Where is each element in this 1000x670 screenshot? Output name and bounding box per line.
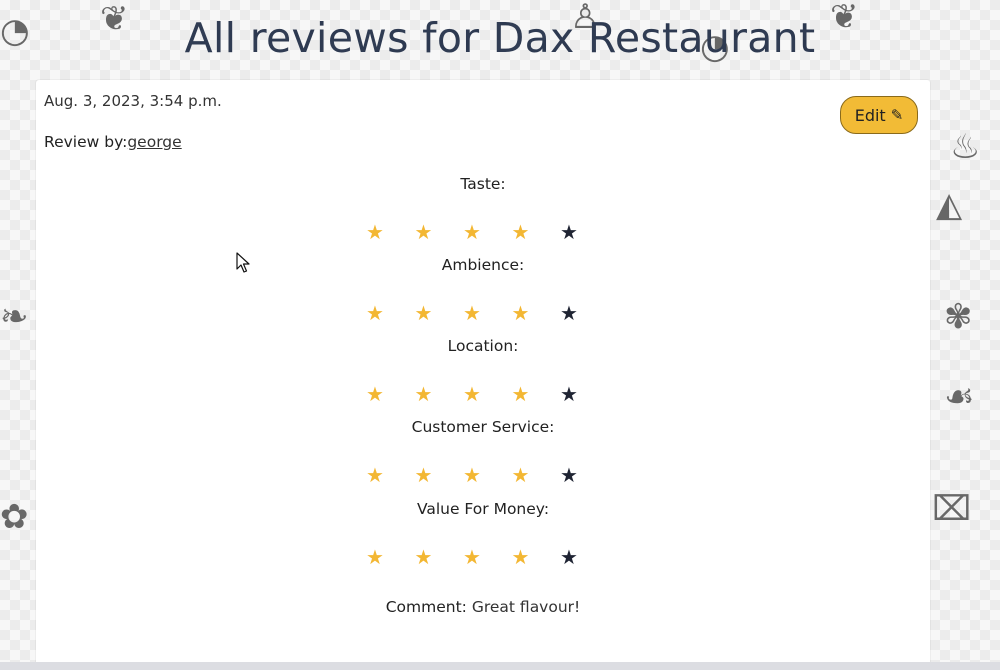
star-filled-icon: ★	[463, 301, 481, 325]
star-filled-icon: ★	[511, 220, 530, 244]
rating-label-value-for-money: Value For Money:	[416, 500, 550, 518]
rating-stars-ambience: ★ ★ ★ ★ ★	[366, 302, 596, 324]
pencil-icon: ✎	[890, 106, 904, 124]
star-empty-icon: ★	[560, 220, 578, 244]
star-filled-icon: ★	[414, 382, 433, 406]
edit-button-label: Edit	[854, 105, 886, 125]
star-empty-icon: ★	[560, 545, 578, 569]
leaf-doodle-icon: ❧	[0, 297, 29, 337]
page-title: All reviews for Dax Restaurant	[184, 14, 816, 62]
shrimp-doodle-icon: ☙	[944, 377, 975, 417]
star-empty-icon: ★	[560, 463, 578, 487]
review-author-line: Review by:george	[44, 133, 182, 151]
tomato-doodle-icon: ✿	[0, 497, 29, 537]
star-filled-icon: ★	[366, 463, 384, 487]
comment-text: Great flavour!	[471, 598, 581, 616]
review-by-label: Review by:	[44, 133, 128, 151]
star-filled-icon: ★	[511, 545, 530, 569]
star-filled-icon: ★	[366, 220, 384, 244]
star-filled-icon: ★	[414, 545, 433, 569]
onion-doodle-icon: ♨	[950, 127, 981, 167]
star-filled-icon: ★	[414, 301, 433, 325]
star-filled-icon: ★	[366, 301, 384, 325]
star-filled-icon: ★	[511, 382, 530, 406]
basket-doodle-icon: ⌧	[932, 489, 972, 529]
star-filled-icon: ★	[463, 463, 481, 487]
review-author-link[interactable]: george	[127, 133, 181, 151]
star-filled-icon: ★	[366, 382, 384, 406]
review-card: Aug. 3, 2023, 3:54 p.m. Review by:george…	[36, 80, 930, 670]
star-filled-icon: ★	[414, 220, 433, 244]
review-date: Aug. 3, 2023, 3:54 p.m.	[44, 92, 222, 110]
mouse-cursor-icon	[236, 252, 250, 273]
taskbar	[0, 662, 1000, 670]
star-filled-icon: ★	[366, 545, 384, 569]
rating-stars-taste: ★ ★ ★ ★ ★	[366, 221, 596, 243]
star-filled-icon: ★	[414, 463, 433, 487]
star-filled-icon: ★	[463, 220, 481, 244]
rating-label-customer-service: Customer Service:	[411, 418, 555, 436]
rating-stars-value-for-money: ★ ★ ★ ★ ★	[366, 546, 596, 568]
rating-label-taste: Taste:	[460, 175, 506, 193]
rating-label-ambience: Ambience:	[441, 256, 525, 274]
star-filled-icon: ★	[511, 301, 530, 325]
star-empty-icon: ★	[560, 382, 578, 406]
star-empty-icon: ★	[560, 301, 578, 325]
edit-button[interactable]: Edit ✎	[840, 96, 918, 134]
review-comment: Comment: Great flavour!	[36, 598, 930, 616]
pizza-slice-doodle-icon: ◭	[936, 185, 963, 225]
star-filled-icon: ★	[463, 545, 481, 569]
comment-label: Comment:	[385, 598, 467, 616]
rating-stars-customer-service: ★ ★ ★ ★ ★	[366, 464, 596, 486]
star-filled-icon: ★	[463, 382, 481, 406]
rating-stars-location: ★ ★ ★ ★ ★	[366, 383, 596, 405]
star-filled-icon: ★	[511, 463, 530, 487]
spice-doodle-icon: ✾	[944, 297, 973, 337]
rating-label-location: Location:	[447, 337, 519, 355]
